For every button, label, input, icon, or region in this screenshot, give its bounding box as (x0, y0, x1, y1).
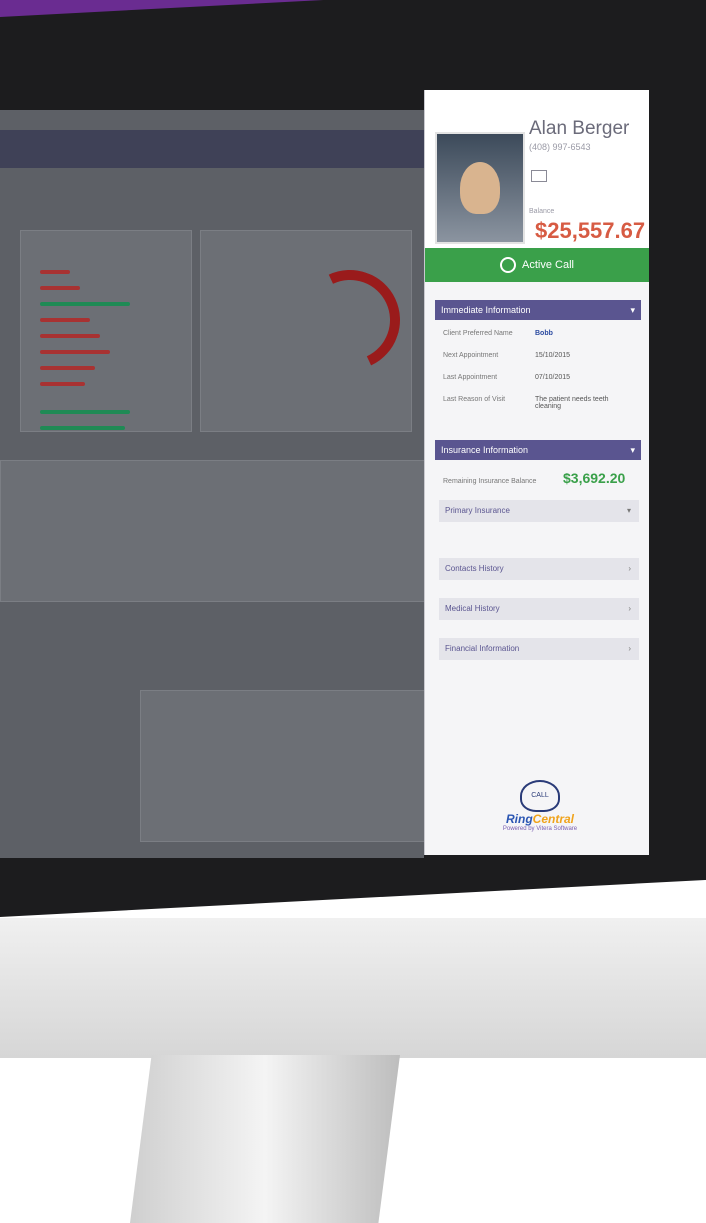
contacts-history-item[interactable]: Contacts History › (439, 558, 639, 580)
row-value: 15/10/2015 (535, 352, 571, 359)
insurance-balance-value: $3,692.20 (563, 470, 626, 486)
dashboard-card (20, 230, 192, 432)
dashboard-topbar (0, 130, 424, 168)
caller-phone: (408) 997-6543 (529, 142, 591, 152)
ringcentral-logo: CALL RingCentral Powered by Vitera Softw… (485, 780, 595, 832)
financial-info-label: Financial Information (445, 644, 520, 653)
immediate-info-title: Immediate Information (441, 305, 531, 315)
dashboard-line-card (0, 460, 424, 602)
caller-name: Alan Berger (529, 118, 630, 139)
row-label: Next Appointment (443, 352, 499, 359)
logo-ring: Ring (505, 812, 533, 826)
dashboard-bar (40, 426, 125, 430)
dashboard-bar (40, 318, 90, 322)
dashboard-bar (40, 382, 85, 386)
logo-central: Central (532, 812, 574, 826)
mail-icon[interactable] (531, 170, 547, 182)
logo-powered: Powered by Vitera Software (502, 826, 578, 832)
dashboard-bottom-card (140, 690, 424, 842)
insurance-info-header[interactable]: Insurance Information ▾ (435, 440, 641, 460)
active-call-label: Active Call (522, 259, 574, 271)
chevron-right-icon: › (628, 604, 631, 613)
dashboard-bar (40, 270, 70, 274)
avatar (435, 132, 525, 244)
insurance-balance-label: Remaining Insurance Balance (443, 478, 537, 485)
primary-insurance-label: Primary Insurance (445, 506, 510, 515)
primary-insurance-item[interactable]: Primary Insurance ▾ (439, 500, 639, 522)
caller-panel: Alan Berger (408) 997-6543 Balance $25,5… (424, 90, 649, 855)
dashboard-background (0, 110, 424, 858)
active-call-button[interactable]: Active Call (425, 248, 649, 282)
medical-history-label: Medical History (445, 604, 500, 613)
logo-text: RingCentral (485, 812, 595, 826)
medical-history-item[interactable]: Medical History › (439, 598, 639, 620)
dashboard-bar (40, 350, 110, 354)
insurance-info-title: Insurance Information (441, 445, 529, 455)
dashboard-bar (40, 410, 130, 414)
dashboard-bar (40, 334, 100, 338)
chevron-down-icon: ▾ (626, 506, 631, 515)
dashboard-bar (40, 366, 95, 370)
chevron-down-icon: ▾ (630, 305, 635, 315)
call-head-icon: CALL (520, 780, 560, 812)
balance-label: Balance (529, 208, 555, 215)
balance-value: $25,557.67 (535, 218, 646, 243)
dashboard-bar (40, 286, 80, 290)
chevron-right-icon: › (628, 564, 631, 573)
dashboard-bar (40, 302, 130, 306)
monitor-chin (0, 918, 706, 1058)
immediate-info-header[interactable]: Immediate Information ▾ (435, 300, 641, 320)
row-value: The patient needs teeth cleaning (535, 396, 609, 410)
caller-profile: Alan Berger (408) 997-6543 Balance $25,5… (425, 90, 649, 248)
chevron-down-icon: ▾ (630, 445, 635, 455)
row-label: Last Reason of Visit (443, 396, 506, 403)
row-value: Bobb (535, 330, 553, 337)
chevron-right-icon: › (628, 644, 631, 653)
row-label: Client Preferred Name (443, 330, 513, 337)
logo-call-text: CALL (531, 792, 549, 799)
phone-icon (500, 257, 517, 273)
row-value: 07/10/2015 (535, 374, 571, 381)
row-label: Last Appointment (443, 374, 498, 381)
monitor-stand (130, 1055, 400, 1223)
financial-info-item[interactable]: Financial Information › (439, 638, 639, 660)
avatar-face (460, 162, 500, 214)
contacts-history-label: Contacts History (445, 564, 504, 573)
